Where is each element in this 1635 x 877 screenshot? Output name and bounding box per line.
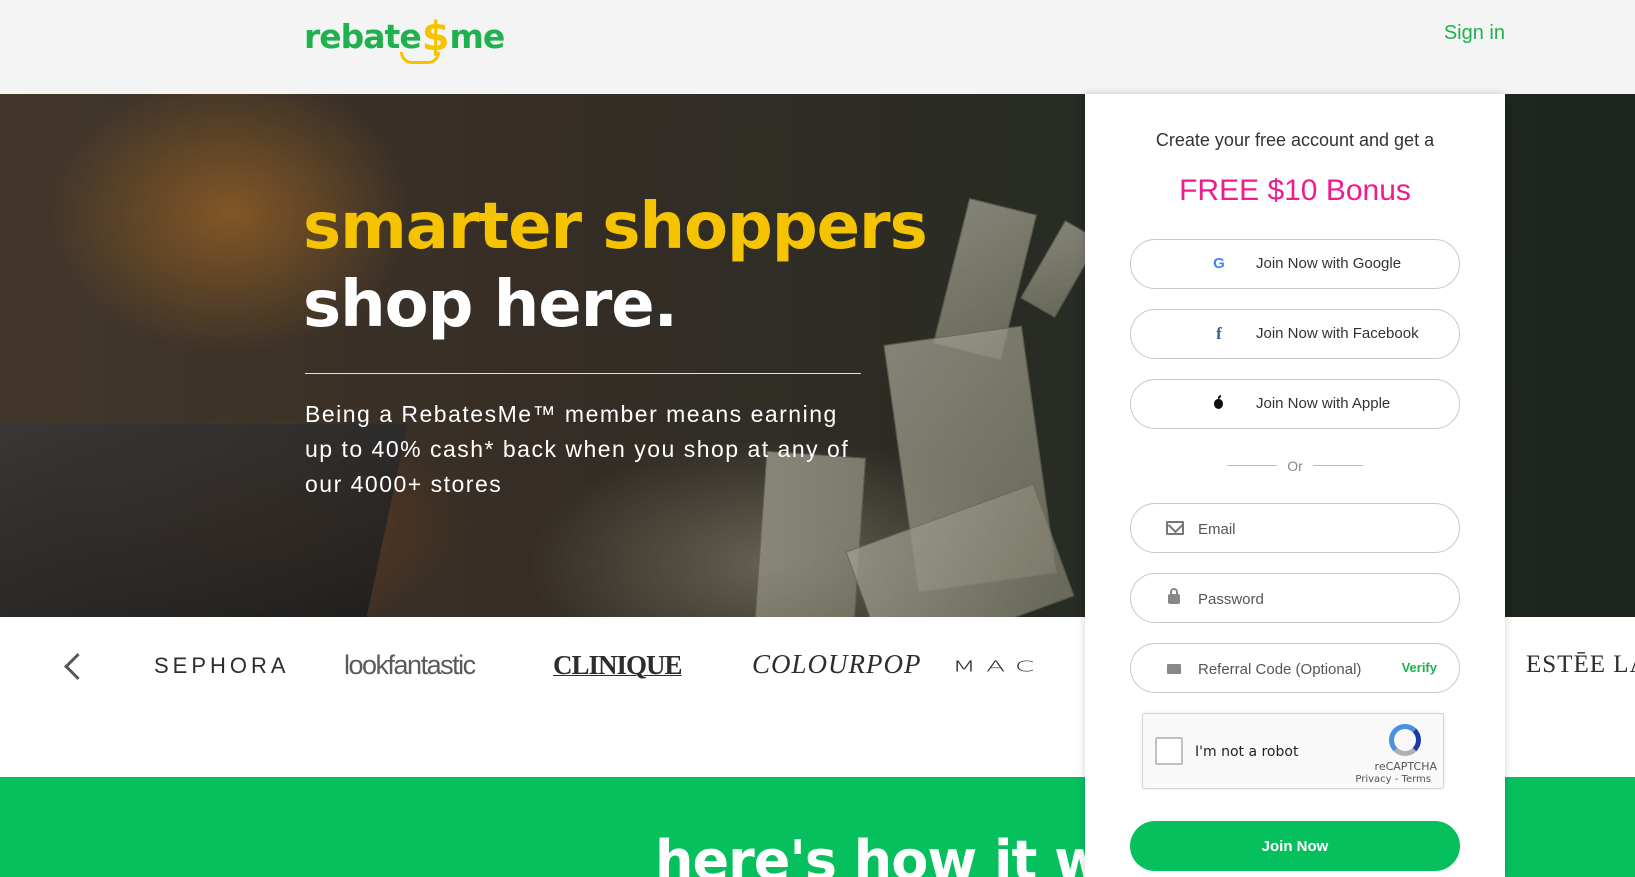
site-header: rebate $ me Sign in <box>0 0 1635 94</box>
recaptcha-checkbox[interactable] <box>1155 737 1183 765</box>
email-field[interactable] <box>1130 503 1460 553</box>
brand-logo-sephora[interactable]: SEPHORA <box>154 653 290 679</box>
brand-logo-colourpop[interactable]: COLOURPOP <box>752 649 922 680</box>
apple-icon <box>1209 394 1229 414</box>
signup-intro-text: Create your free account and get a <box>1155 130 1435 150</box>
hero-description: Being a RebatesMe™ member means earning … <box>305 401 850 497</box>
signup-bonus-text: FREE $10 Bonus <box>1179 174 1411 207</box>
google-icon: G <box>1213 255 1225 272</box>
join-now-button[interactable]: Join Now <box>1130 821 1460 871</box>
lock-icon <box>1168 588 1180 604</box>
password-field[interactable] <box>1130 573 1460 623</box>
facebook-icon: f <box>1216 324 1222 343</box>
email-input[interactable] <box>1198 516 1393 542</box>
join-apple-label: Join Now with Apple <box>1256 395 1391 412</box>
signup-card: Create your free account and get a FREE … <box>1085 94 1505 877</box>
hero-title-line2: shop here. <box>303 268 678 342</box>
brand-logo-mac[interactable]: MAC <box>952 657 1044 675</box>
recaptcha-icon <box>1389 724 1421 756</box>
referral-field[interactable]: Verify <box>1130 643 1460 693</box>
logo-smile-icon <box>400 52 440 64</box>
join-google-label: Join Now with Google <box>1256 255 1402 272</box>
ticket-icon <box>1167 664 1181 674</box>
signin-link[interactable]: Sign in <box>1444 22 1505 45</box>
logo-text-right: me <box>449 16 506 56</box>
or-divider-right <box>1313 465 1363 466</box>
hero-title-line1: smarter shoppers <box>303 190 928 264</box>
brand-logo-lookfantastic[interactable]: lookfantastic <box>344 650 476 681</box>
brand-logo-estee-lauder[interactable]: ESTĒE LAU <box>1526 651 1635 679</box>
logo-text-left: rebate <box>304 16 422 56</box>
recaptcha-terms-link[interactable]: Privacy - Terms <box>1355 774 1431 785</box>
rebatesme-logo[interactable]: rebate $ me <box>304 10 506 64</box>
or-divider-label: Or <box>1287 458 1303 474</box>
brand-logo-clinique[interactable]: CLINIQUE <box>553 650 683 681</box>
verify-button[interactable]: Verify <box>1402 660 1437 675</box>
join-facebook-button[interactable]: f Join Now with Facebook <box>1130 309 1460 359</box>
referral-input[interactable] <box>1198 656 1393 682</box>
hero-divider <box>305 373 861 374</box>
join-facebook-label: Join Now with Facebook <box>1256 325 1419 342</box>
join-google-button[interactable]: G Join Now with Google <box>1130 239 1460 289</box>
mail-icon <box>1166 521 1184 535</box>
join-apple-button[interactable]: Join Now with Apple <box>1130 379 1460 429</box>
recaptcha-brand: reCAPTCHA <box>1374 760 1437 773</box>
password-input[interactable] <box>1198 586 1393 612</box>
recaptcha-widget: I'm not a robot reCAPTCHA Privacy - Term… <box>1142 713 1444 789</box>
recaptcha-label: I'm not a robot <box>1195 744 1299 760</box>
carousel-prev-icon[interactable] <box>58 647 88 687</box>
